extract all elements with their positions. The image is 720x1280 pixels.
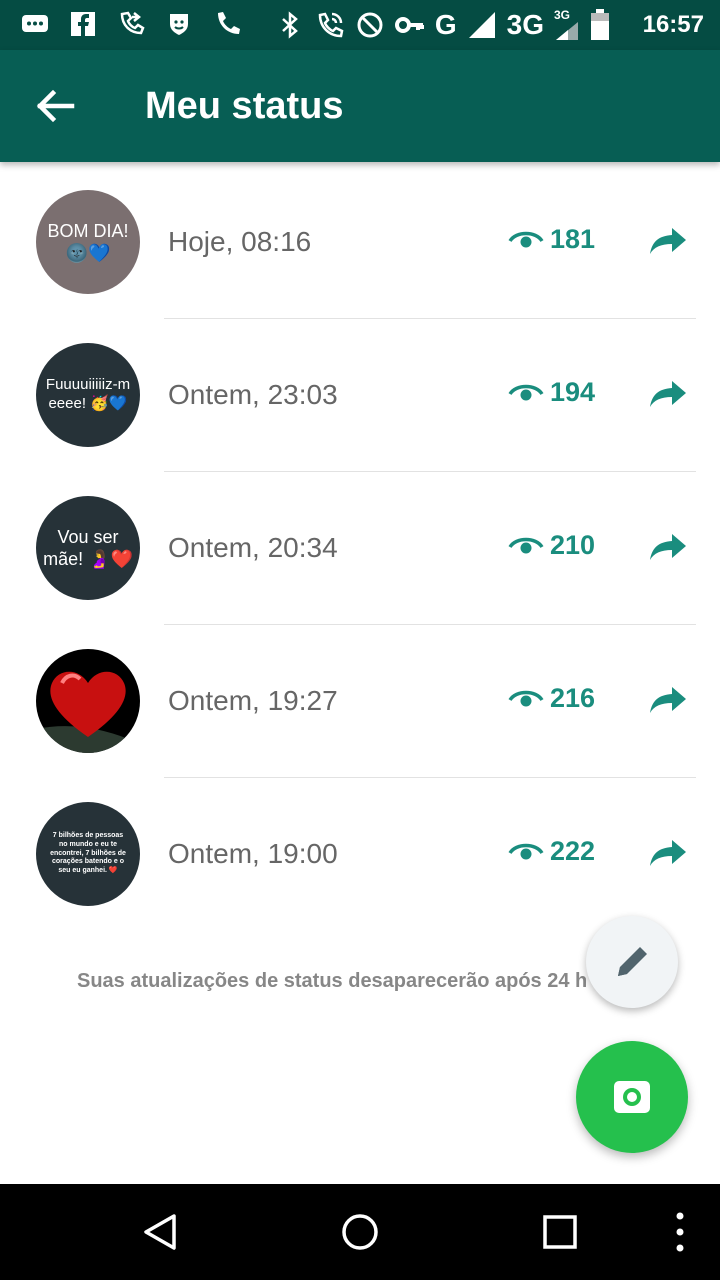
status-item[interactable]: Ontem, 19:27 216 (0, 625, 720, 778)
back-triangle-icon[interactable] (138, 1210, 182, 1254)
status-item[interactable]: BOM DIA! 🌚💙 Hoje, 08:16 181 (0, 166, 720, 319)
status-thumbnail-text: BOM DIA! 🌚💙 (47, 220, 129, 264)
eye-icon (508, 843, 544, 859)
more-options-icon[interactable] (658, 1210, 702, 1254)
views-count[interactable]: 194 (508, 377, 595, 408)
heart-image (36, 671, 140, 753)
block-icon (357, 12, 383, 38)
call-forward-icon (120, 11, 145, 35)
edit-text-status-button[interactable] (586, 916, 678, 1008)
network-type-label-2: 3G (506, 9, 544, 40)
forward-icon[interactable] (648, 532, 688, 562)
camera-status-button[interactable] (576, 1041, 688, 1153)
signal-icon (468, 12, 495, 38)
views-count-label: 222 (550, 836, 596, 866)
bluetooth-icon (282, 11, 298, 39)
status-thumbnail[interactable]: Fuuuuiiiiiz-meeee! 🥳💙 (36, 343, 140, 447)
status-item[interactable]: Fuuuuiiiiiz-meeee! 🥳💙 Ontem, 23:03 194 (0, 319, 720, 472)
status-thumbnail-text: Fuuuuiiiiiz-meeee! 🥳💙 (45, 376, 131, 412)
views-count-label: 210 (550, 530, 596, 560)
status-list: BOM DIA! 🌚💙 Hoje, 08:16 181 Fuuuuiiiiiz-… (0, 166, 720, 931)
status-item[interactable]: 7 bilhões de pessoas no mundo e eu te en… (0, 778, 720, 931)
network-type-label: G (434, 9, 457, 40)
eye-icon (508, 384, 544, 400)
pencil-icon (618, 947, 647, 976)
eye-icon (508, 690, 544, 706)
system-navigation-bar (0, 1184, 720, 1280)
status-time: Hoje, 08:16 (168, 226, 312, 257)
views-count[interactable]: 210 (508, 530, 595, 561)
system-indicators: G 3G 3G (275, 9, 610, 41)
views-count-label: 216 (550, 683, 596, 713)
status-time: Ontem, 20:34 (168, 532, 338, 563)
network-type-small-label: 3G (554, 8, 571, 22)
views-count[interactable]: 222 (508, 836, 595, 867)
recents-square-icon[interactable] (538, 1210, 582, 1254)
status-time: Ontem, 19:27 (168, 685, 338, 716)
battery-icon (591, 9, 609, 40)
app-bar: Meu status (0, 50, 720, 162)
facebook-icon (71, 12, 95, 36)
views-count[interactable]: 216 (508, 683, 595, 714)
page-title: Meu status (145, 85, 344, 127)
key-icon (394, 17, 424, 33)
status-time: Ontem, 23:03 (168, 379, 338, 410)
forward-icon[interactable] (648, 379, 688, 409)
chat-bubble-icon (22, 15, 48, 32)
clock: 16:57 (642, 11, 704, 38)
forward-icon[interactable] (648, 838, 688, 868)
arrow-back-icon[interactable] (30, 84, 80, 128)
status-time: Ontem, 19:00 (168, 838, 338, 869)
views-count[interactable]: 181 (508, 224, 595, 255)
status-thumbnail-text: Vou ser mãe! 🤰❤️ (43, 526, 133, 570)
forward-icon[interactable] (648, 685, 688, 715)
notification-icons (20, 9, 242, 39)
signal-3g-indicator: 3G (554, 9, 580, 41)
phone-icon (218, 12, 240, 34)
status-thumbnail[interactable]: BOM DIA! 🌚💙 (36, 190, 140, 294)
shield-icon (170, 14, 188, 35)
status-thumbnail[interactable]: Vou ser mãe! 🤰❤️ (36, 496, 140, 600)
status-thumbnail[interactable] (36, 649, 140, 753)
eye-icon (508, 537, 544, 553)
views-count-label: 181 (550, 224, 596, 254)
system-status-bar: G 3G 3G 16:57 (0, 0, 720, 50)
views-count-label: 194 (550, 377, 596, 407)
status-thumbnail-text: 7 bilhões de pessoas no mundo e eu te en… (50, 832, 126, 875)
signal-partial-icon (556, 22, 578, 40)
wifi-call-icon (318, 12, 344, 38)
status-thumbnail[interactable]: 7 bilhões de pessoas no mundo e eu te en… (36, 802, 140, 906)
forward-icon[interactable] (648, 226, 688, 256)
status-item[interactable]: Vou ser mãe! 🤰❤️ Ontem, 20:34 210 (0, 472, 720, 625)
camera-icon (614, 1081, 650, 1113)
home-circle-icon[interactable] (338, 1210, 382, 1254)
eye-icon (508, 231, 544, 247)
